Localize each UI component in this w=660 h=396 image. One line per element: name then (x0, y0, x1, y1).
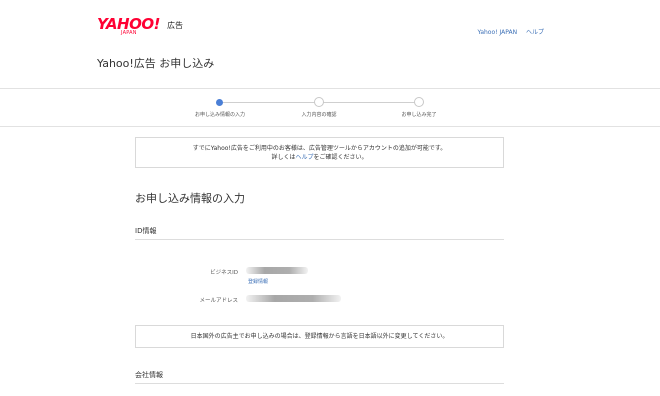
overseas-notice-text: 日本国外の広告主でお申し込みの場合は、登録情報から言語を日本語以外に変更してくだ… (190, 333, 449, 340)
company-info-heading: 会社情報 (135, 371, 163, 379)
id-info-heading: ID情報 (135, 227, 157, 235)
header-links: Yahoo! JAPAN ヘルプ (470, 27, 544, 36)
overseas-advertiser-notice: 日本国外の広告主でお申し込みの場合は、登録情報から言語を日本語以外に変更してくだ… (135, 325, 504, 348)
id-info-divider (135, 239, 504, 240)
company-info-divider (135, 383, 504, 384)
business-id-label: ビジネスID (210, 270, 238, 276)
stepper-divider (0, 126, 660, 127)
email-value-redacted (246, 295, 341, 302)
help-link[interactable]: ヘルプ (526, 29, 544, 36)
business-id-value-redacted (246, 267, 308, 274)
email-label: メールアドレス (199, 298, 238, 304)
logo-ads-label: 広告 (167, 21, 183, 30)
step-3-label: お申し込み完了 (401, 112, 437, 118)
step-2-label: 入力内容の確認 (301, 112, 337, 118)
notice-text-pre: 詳しくは (271, 154, 296, 161)
step-3-indicator (414, 97, 424, 107)
logo-japan-label: JAPAN (121, 30, 137, 36)
progress-stepper: お申し込み情報の入力 入力内容の確認 お申し込み完了 (195, 96, 437, 120)
notice-text-post: をご確認ください。 (313, 154, 368, 161)
help-inline-link[interactable]: ヘルプ (295, 154, 313, 161)
step-1-indicator (216, 99, 223, 106)
step-1-label: お申し込み情報の入力 (194, 112, 246, 118)
existing-customer-notice: すでにYahoo!広告をご利用中のお客様は、広告管理ツールからアカウントの追加が… (135, 137, 504, 168)
header-divider (0, 88, 660, 89)
notice-line-2: 詳しくはヘルプをご確認ください。 (136, 153, 503, 162)
yahoo-japan-link[interactable]: Yahoo! JAPAN (477, 29, 517, 36)
page-title: Yahoo!広告 お申し込み (97, 57, 215, 70)
yahoo-ads-logo[interactable]: YAHOO! 広告 JAPAN (97, 17, 197, 39)
section-title: お申し込み情報の入力 (135, 192, 245, 205)
notice-line-1: すでにYahoo!広告をご利用中のお客様は、広告管理ツールからアカウントの追加が… (192, 145, 447, 152)
step-2-indicator (314, 97, 324, 107)
registration-info-link[interactable]: 登録情報 (248, 278, 268, 285)
